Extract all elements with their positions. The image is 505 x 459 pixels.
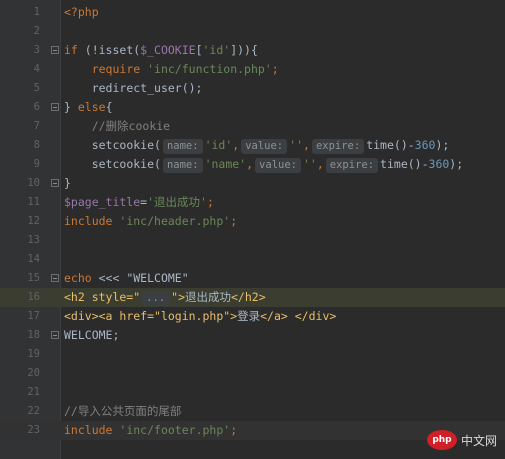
line-number: 10: [27, 177, 40, 189]
param-hint-value: value:: [241, 139, 288, 154]
code-line-18[interactable]: 18 WELCOME;: [0, 326, 505, 345]
php-cn-watermark: php 中文网: [426, 429, 497, 451]
fold-toggle-icon[interactable]: [51, 103, 59, 111]
line-number: 5: [33, 82, 40, 94]
line-number: 7: [33, 120, 40, 132]
fold-toggle-icon[interactable]: [51, 274, 59, 282]
param-hint-expire: expire:: [325, 158, 379, 173]
fold-toggle-icon[interactable]: [51, 179, 59, 187]
code-line-13[interactable]: 13: [0, 231, 505, 250]
param-hint-value: value:: [255, 158, 301, 173]
code-line-4[interactable]: 4 require 'inc/function.php';: [0, 60, 505, 79]
code-line-2[interactable]: 2: [0, 22, 505, 41]
code-line-22[interactable]: 22 //导入公共页面的尾部: [0, 402, 505, 421]
code-line-6[interactable]: 6 } else{: [0, 98, 505, 117]
code-line-10[interactable]: 10 }: [0, 174, 505, 193]
collapsed-style-value[interactable]: ...: [142, 291, 170, 306]
line-number: 12: [27, 215, 40, 227]
param-hint-name: name:: [162, 139, 203, 154]
line-number: 6: [33, 101, 40, 113]
code-line-15[interactable]: 15 echo <<< "WELCOME": [0, 269, 505, 288]
code-line-1[interactable]: 1 <?php: [0, 3, 505, 22]
code-line-12[interactable]: 12 include 'inc/header.php';: [0, 212, 505, 231]
param-hint-expire: expire:: [311, 139, 365, 154]
line-number: 19: [27, 348, 40, 360]
line-number: 16: [27, 291, 40, 303]
line-number: 17: [27, 310, 40, 322]
code-line-19[interactable]: 19: [0, 345, 505, 364]
code-line-5[interactable]: 5 redirect_user();: [0, 79, 505, 98]
line-number: 20: [27, 367, 40, 379]
code-line-7[interactable]: 7 //删除cookie: [0, 117, 505, 136]
line-number: 21: [27, 386, 40, 398]
php-logo-icon: php: [426, 430, 457, 450]
line-number: 1: [33, 6, 40, 18]
line-number: 11: [27, 196, 40, 208]
fold-toggle-icon[interactable]: [51, 331, 59, 339]
line-number: 18: [27, 329, 40, 341]
code-line-20[interactable]: 20: [0, 364, 505, 383]
code-line-16[interactable]: 16 <h2 style="... ">退出成功</h2>: [0, 288, 505, 307]
code-line-8[interactable]: 8 setcookie(name:'id', value: '', expire: ti…: [0, 136, 505, 155]
code-line-14[interactable]: 14: [0, 250, 505, 269]
param-hint-name: name:: [162, 158, 203, 173]
line-number: 8: [33, 139, 40, 151]
line-number: 4: [33, 63, 40, 75]
line-number: 23: [27, 424, 40, 436]
code-line-9[interactable]: 9 setcookie(name:'name', value: '', expire:…: [0, 155, 505, 174]
line-number: 3: [33, 44, 40, 56]
line-number: 13: [27, 234, 40, 246]
code-line-11[interactable]: 11 $page_title='退出成功';: [0, 193, 505, 212]
php-open-tag: <?php: [64, 5, 99, 19]
line-number: 2: [33, 25, 40, 37]
code-line-17[interactable]: 17 <div><a href="login.php">登录</a> </div…: [0, 307, 505, 326]
code-line-3[interactable]: 3 if (!isset($_COOKIE['id'])){: [0, 41, 505, 60]
line-number: 22: [27, 405, 40, 417]
watermark-text: 中文网: [460, 433, 497, 448]
line-number: 14: [27, 253, 40, 265]
fold-toggle-icon[interactable]: [51, 46, 59, 54]
line-number: 9: [33, 158, 40, 170]
code-line-21[interactable]: 21: [0, 383, 505, 402]
line-number: 15: [27, 272, 40, 284]
